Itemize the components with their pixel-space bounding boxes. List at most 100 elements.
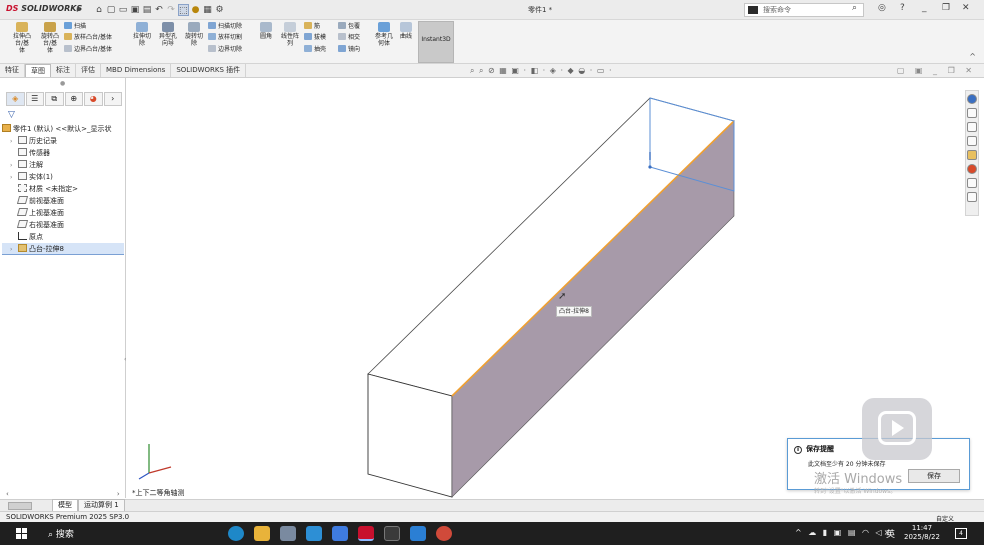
tree-item-solid-bodies[interactable]: › 实体(1) [2,171,124,183]
windows-start-icon[interactable] [16,528,27,539]
intersect-button[interactable]: 相交 [338,33,360,43]
lofted-cut-button[interactable]: 放样切割 [208,33,242,43]
heads-up-view-toolbar[interactable]: ⌕ ⌕ ⊘ ▦ ▣ · ◧ · ◈ · ◆ ◒ · ▭ · [470,66,613,76]
property-manager-tab-icon[interactable]: ☰ [25,92,44,106]
view-palette-icon[interactable] [967,150,977,160]
search-icon[interactable]: ⌕ [852,3,857,13]
user-icon[interactable]: ◎ [878,3,886,13]
sweep-button[interactable]: 扫描 [64,22,86,32]
tree-root-part[interactable]: 零件1 (默认) <<默认>_显示状 [2,123,124,135]
video-play-overlay-icon[interactable] [862,398,932,460]
wrap-button[interactable]: 包覆 [338,22,360,32]
boundary-cut-button[interactable]: 边界切除 [208,45,242,55]
mail-app-icon[interactable] [332,526,348,541]
boundary-boss-button[interactable]: 边界凸台/基体 [64,45,112,55]
tree-item-annotations[interactable]: › 注解 [2,159,124,171]
more-tabs-chevron-icon[interactable]: › [103,92,122,106]
restore-button[interactable]: ❐ [942,3,950,13]
panel-grip-icon[interactable]: ● [60,80,65,87]
reference-geometry-button[interactable]: 参考几 何体 [372,22,396,47]
box-end-face[interactable] [367,373,453,498]
tree-item-right-plane[interactable]: 右视基准面 [2,219,124,231]
tree-twisty[interactable]: › [10,244,18,256]
close-button[interactable]: ✕ [962,3,970,13]
feature-manager-tab-icon[interactable]: ◈ [6,92,25,106]
tree-item-top-plane[interactable]: 上视基准面 [2,207,124,219]
notification-center-icon[interactable]: 4 [955,528,967,539]
solidworks-resources-icon[interactable] [967,94,977,104]
collapse-ribbon-chevron-icon[interactable]: ^ [969,52,976,61]
home-icon[interactable] [967,108,977,118]
print-icon[interactable]: ▤ [142,4,152,16]
save-icon[interactable]: ▣ [130,4,140,16]
chrome-app-icon[interactable] [436,526,452,541]
tab-evaluate[interactable]: 评估 [76,64,101,77]
photos-app-icon[interactable] [280,526,296,541]
redo-icon[interactable]: ↷ [166,4,176,16]
linear-pattern-button[interactable]: 线性阵 列 [278,22,302,47]
scroll-right-icon[interactable]: › [117,490,120,498]
messaging-app-icon[interactable] [306,526,322,541]
minimize-button[interactable]: _ [922,3,927,13]
curves-button[interactable]: 曲线 [398,22,414,40]
select-icon[interactable]: ⬚ [178,4,189,16]
draft-button[interactable]: 拔模 [304,33,326,43]
mirror-button[interactable]: 镜向 [338,45,360,55]
save-button[interactable]: 保存 [908,469,960,483]
instant3d-button[interactable]: Instant3D [418,21,454,63]
appearances-icon[interactable] [967,164,977,174]
tab-sketch[interactable]: 草图 [25,64,51,77]
custom-properties-icon[interactable] [967,178,977,188]
tab-mbd-dimensions[interactable]: MBD Dimensions [101,64,172,77]
new-file-icon[interactable]: ▢ [106,4,116,16]
tree-item-history[interactable]: › 历史记录 [2,135,124,147]
tab-navigation-arrows[interactable] [8,501,32,510]
panel-scrollbar[interactable]: ‹ › [6,490,126,498]
extrude-boss-button[interactable]: 拉伸凸 台/基 体 [10,22,34,54]
tree-item-boss-extrude8[interactable]: › 凸台-拉伸8 [2,243,124,255]
tree-item-sensors[interactable]: 传感器 [2,147,124,159]
scroll-left-icon[interactable]: ‹ [6,490,9,498]
taskbar-search[interactable]: ⌕ 搜索 [48,527,74,540]
clock[interactable]: 11:47 2025/8/22 [904,524,940,542]
profile-vertex-point[interactable] [648,165,652,169]
file-properties-icon[interactable]: ▦ [203,4,213,16]
input-method-indicator[interactable]: 英 [886,527,895,540]
tree-item-origin[interactable]: 原点 [2,231,124,243]
menu-arrow-icon[interactable]: ▸ [74,4,84,16]
loft-button[interactable]: 放样凸台/基体 [64,33,112,43]
shell-button[interactable]: 抽壳 [304,45,326,55]
revolve-cut-button[interactable]: 旋转切 除 [182,22,206,47]
rib-button[interactable]: 筋 [304,22,320,32]
terminal-app-icon[interactable] [384,526,400,541]
viewport-window-controls[interactable]: ▢ ▣ _ ❐ ✕ [897,66,976,75]
add-ins-icon[interactable] [967,192,977,202]
hole-wizard-button[interactable]: 异型孔 向导 [156,22,180,47]
open-file-icon[interactable]: ▭ [118,4,128,16]
undo-icon[interactable]: ↶ [154,4,164,16]
vscode-app-icon[interactable] [410,526,426,541]
tab-annotation[interactable]: 标注 [51,64,76,77]
solidworks-logo[interactable]: DS SOLIDWORKS [6,4,82,13]
swept-cut-button[interactable]: 扫描切除 [208,22,242,32]
display-manager-tab-icon[interactable]: ◕ [84,92,103,106]
solidworks-app-icon[interactable] [358,526,374,541]
design-library-icon[interactable] [967,122,977,132]
dimxpert-manager-tab-icon[interactable]: ⊕ [64,92,83,106]
tree-item-material[interactable]: 材质 <未指定> [2,183,124,195]
help-icon[interactable]: ? [900,3,905,13]
configuration-manager-tab-icon[interactable]: ⧉ [45,92,64,106]
graphics-area[interactable]: ➚ 凸台-拉伸8 [127,78,965,498]
edge-browser-icon[interactable] [228,526,244,541]
model-view-svg[interactable] [127,78,965,498]
system-tray-icons[interactable]: ^ ☁ ▮ ▣ ▤ ◠ ◁× [795,528,892,537]
orientation-triad[interactable] [138,444,172,480]
tab-features[interactable]: 特征 [0,64,25,77]
rebuild-icon[interactable]: ● [191,4,201,16]
file-explorer-icon[interactable] [967,136,977,146]
home-icon[interactable]: ⌂ [94,4,104,16]
filter-icon[interactable]: ▽ [8,110,15,120]
revolve-boss-button[interactable]: 旋转凸 台/基 体 [38,22,62,54]
tree-item-front-plane[interactable]: 前视基准面 [2,195,124,207]
options-gear-icon[interactable]: ⚙ [215,4,225,16]
